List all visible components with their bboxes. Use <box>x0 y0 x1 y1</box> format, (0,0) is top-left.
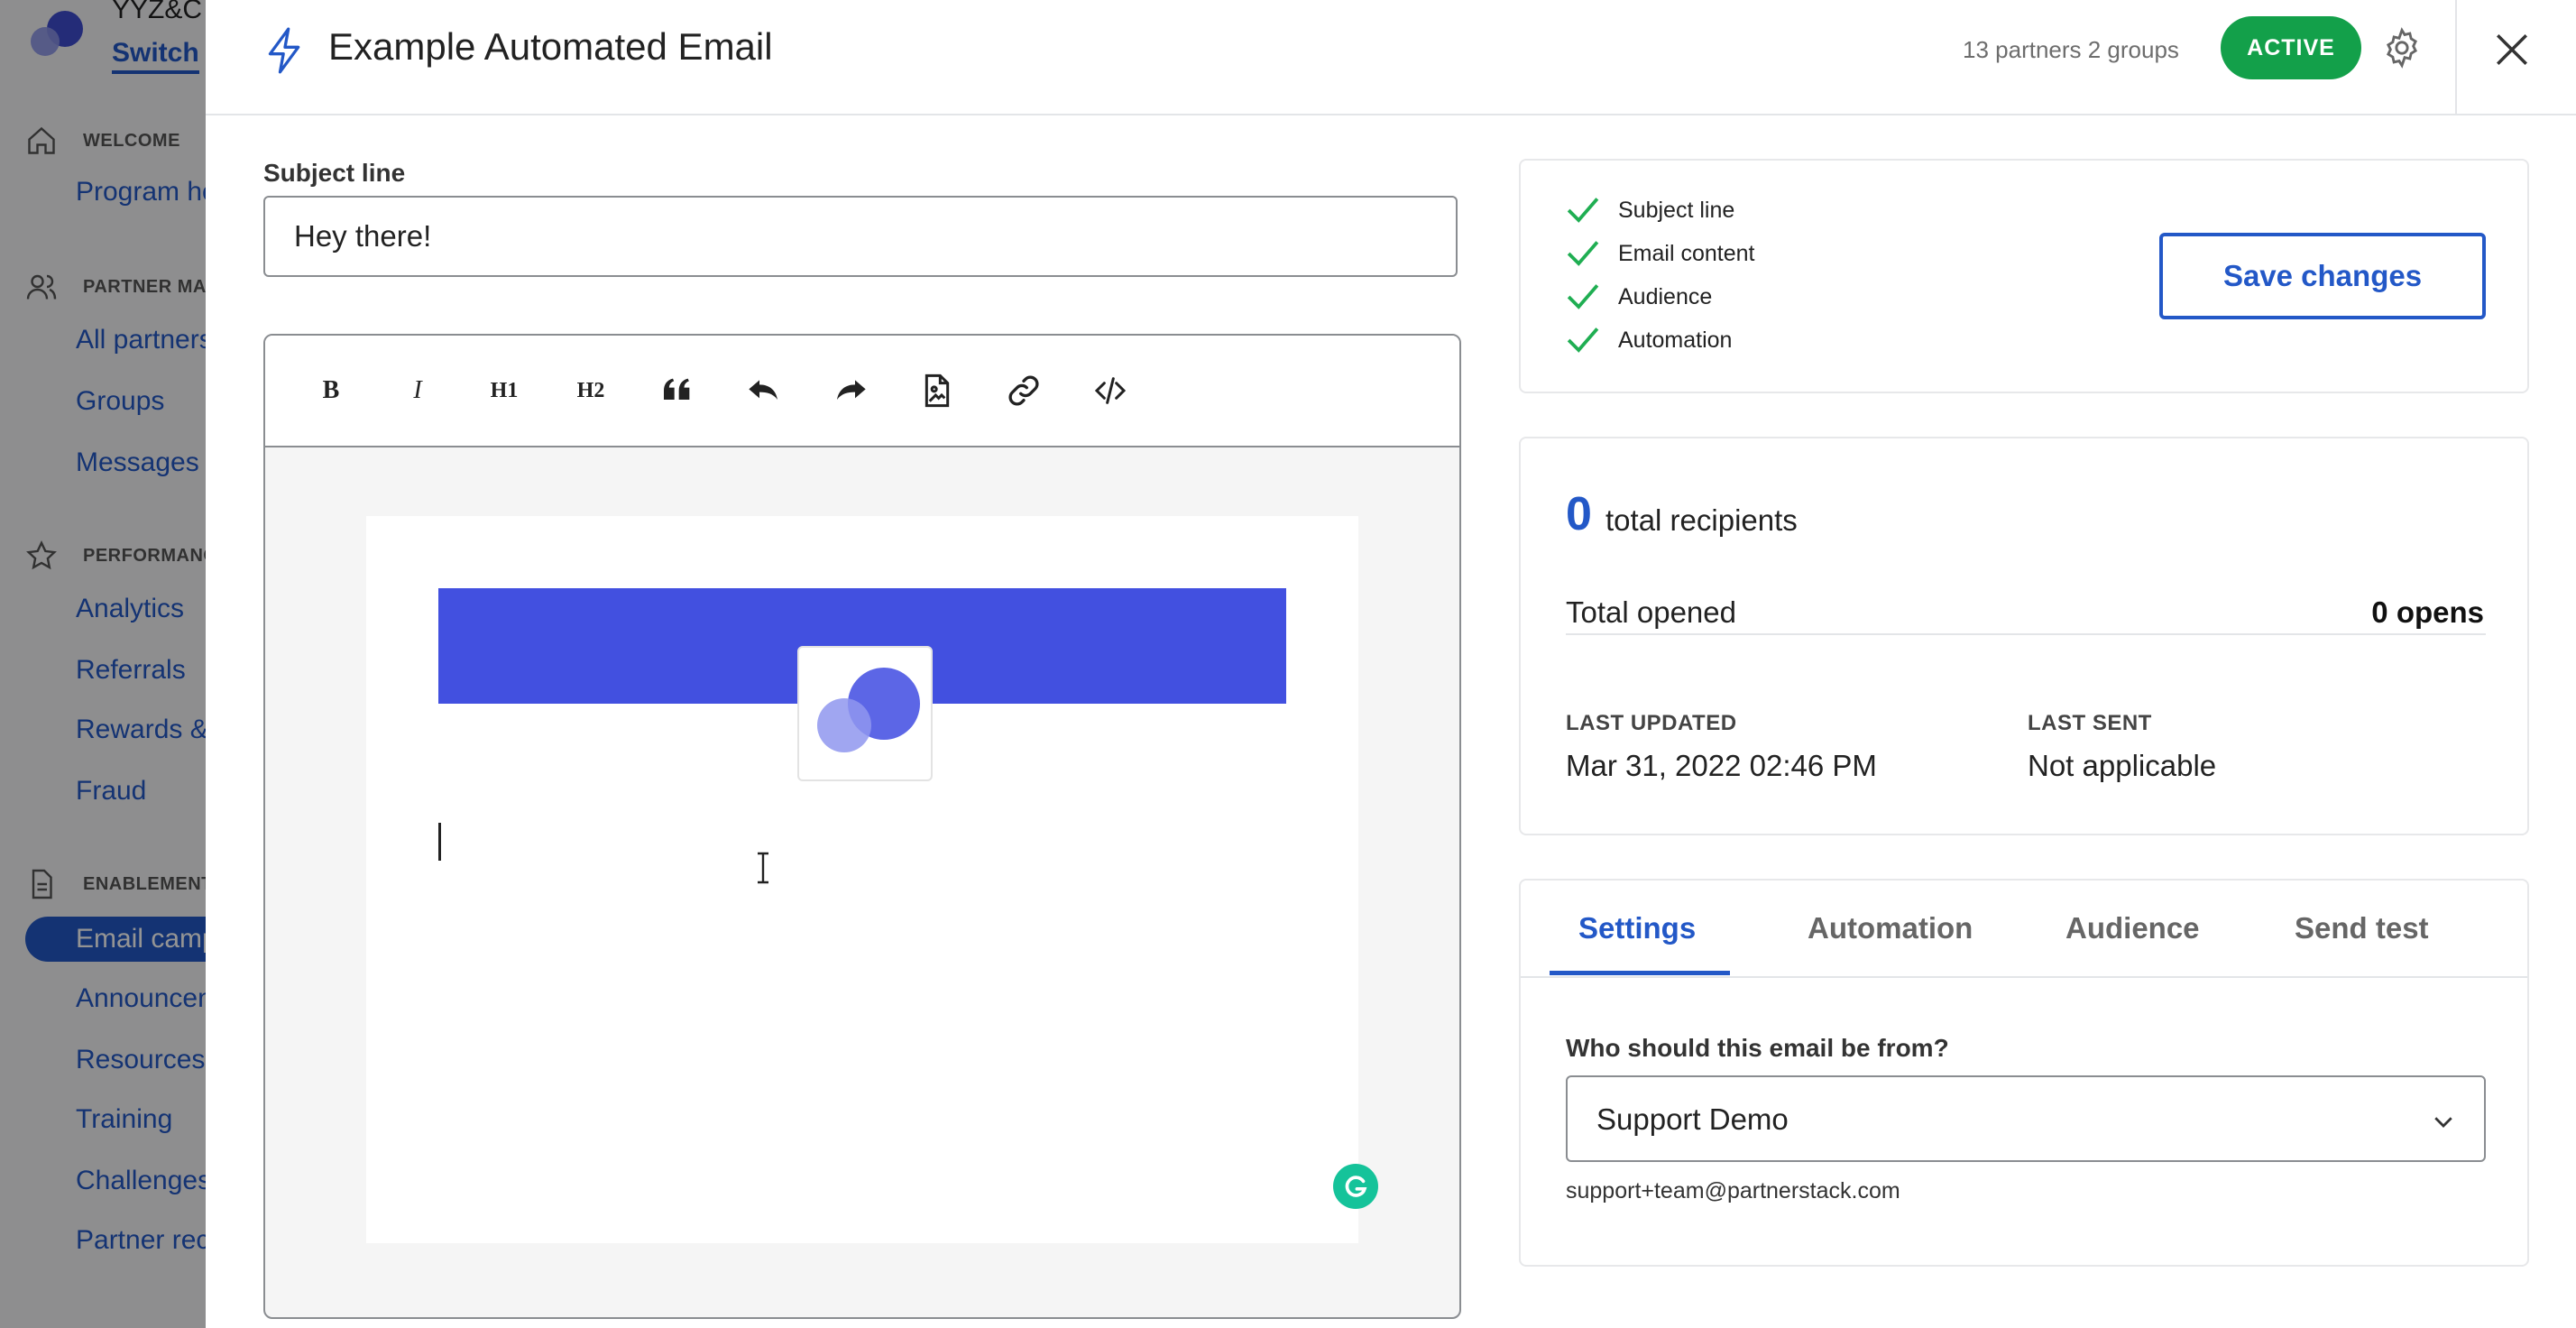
grammarly-icon[interactable] <box>1333 1164 1378 1209</box>
completion-checklist: Subject line Email content Audience Auto… <box>1519 159 2529 393</box>
heading-1-button[interactable]: H1 <box>483 370 525 411</box>
from-sender-value: Support Demo <box>1596 1102 1789 1136</box>
save-changes-button[interactable]: Save changes <box>2159 233 2486 319</box>
undo-button[interactable] <box>743 370 785 411</box>
email-stats: 0 total recipients Total opened 0 opens … <box>1519 437 2529 835</box>
blockquote-button[interactable] <box>657 370 698 411</box>
bold-button[interactable]: B <box>310 370 352 411</box>
tab-settings[interactable]: Settings <box>1578 911 1696 945</box>
undo-icon <box>749 380 777 400</box>
image-file-icon <box>925 374 950 408</box>
header-divider <box>2455 0 2457 114</box>
last-sent-value: Not applicable <box>2028 749 2217 782</box>
redo-icon <box>837 380 866 400</box>
last-updated-value: Mar 31, 2022 02:46 PM <box>1566 749 1877 782</box>
code-view-button[interactable] <box>1090 370 1131 411</box>
email-settings: Settings Automation Audience Send test W… <box>1519 879 2529 1267</box>
italic-button[interactable]: I <box>397 370 438 411</box>
editor-toolbar: B I H1 H2 <box>265 336 1459 447</box>
checkmark-icon <box>1567 327 1599 353</box>
checklist-item: Email content <box>1566 238 1754 269</box>
redo-button[interactable] <box>830 370 871 411</box>
text-caret <box>438 823 441 861</box>
email-logo <box>797 646 933 781</box>
email-content-editor[interactable]: B I H1 H2 <box>263 334 1461 1319</box>
total-opened-value: 0 opens <box>2371 595 2484 629</box>
recipients-count: 0 <box>1566 488 1592 540</box>
tab-automation[interactable]: Automation <box>1808 911 1973 945</box>
insert-image-button[interactable] <box>916 370 958 411</box>
email-editor-panel: Example Automated Email 13 partners 2 gr… <box>206 0 2576 1328</box>
from-sender-email: support+team@partnerstack.com <box>1566 1178 1900 1204</box>
email-canvas[interactable] <box>366 516 1378 1243</box>
tab-audience[interactable]: Audience <box>2065 911 2200 945</box>
stats-divider <box>1566 633 2486 635</box>
last-sent-label: LAST SENT <box>2028 711 2152 735</box>
page-title: Example Automated Email <box>328 25 773 68</box>
total-opened-label: Total opened <box>1566 595 1736 629</box>
recipients-label: total recipients <box>1605 503 1798 537</box>
tabs-divider <box>1521 976 2527 978</box>
tab-send-test[interactable]: Send test <box>2295 911 2429 945</box>
from-sender-label: Who should this email be from? <box>1566 1034 1949 1062</box>
panel-header: Example Automated Email 13 partners 2 gr… <box>206 0 2576 115</box>
subject-line-input[interactable] <box>263 196 1458 277</box>
checklist-item: Automation <box>1566 325 1732 355</box>
chevron-down-icon <box>2434 1117 2452 1128</box>
heading-2-button[interactable]: H2 <box>570 370 612 411</box>
link-icon <box>1008 375 1039 406</box>
checkmark-icon <box>1567 284 1599 309</box>
gear-icon[interactable] <box>2381 27 2423 69</box>
checklist-item: Audience <box>1566 281 1712 312</box>
close-icon[interactable] <box>2493 31 2531 69</box>
quote-icon <box>664 378 690 400</box>
audience-counts: 13 partners 2 groups <box>1963 36 2179 63</box>
active-tab-indicator <box>1550 971 1730 975</box>
insert-link-button[interactable] <box>1003 370 1044 411</box>
last-updated-label: LAST UPDATED <box>1566 711 1737 735</box>
checkmark-icon <box>1567 198 1599 223</box>
checklist-item: Subject line <box>1566 195 1734 226</box>
subject-line-label: Subject line <box>263 159 406 187</box>
from-sender-select[interactable]: Support Demo <box>1566 1075 2486 1162</box>
checkmark-icon <box>1567 241 1599 266</box>
status-badge[interactable]: ACTIVE <box>2221 16 2361 79</box>
code-icon <box>1094 377 1127 404</box>
bolt-icon <box>268 27 300 74</box>
ibeam-cursor-icon <box>758 852 768 884</box>
